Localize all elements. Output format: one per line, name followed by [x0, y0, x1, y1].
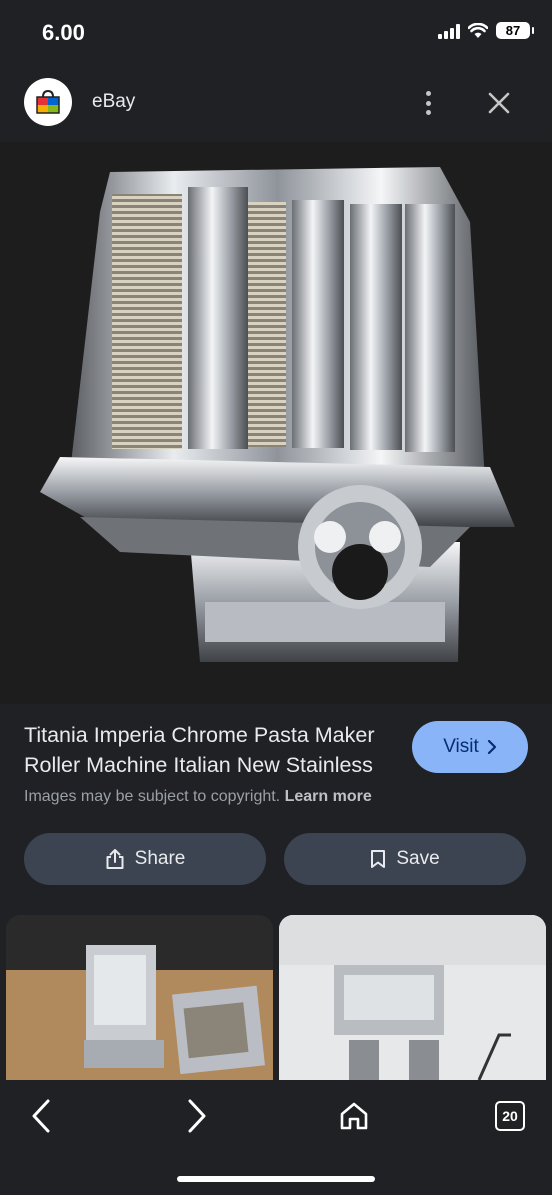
home-indicator — [177, 1176, 375, 1182]
home-button[interactable] — [332, 1094, 376, 1138]
site-name[interactable]: eBay — [92, 91, 135, 113]
product-image[interactable] — [0, 142, 552, 704]
battery-icon: 87 — [496, 22, 534, 39]
close-icon[interactable] — [484, 88, 514, 118]
image-viewer-page: 6.00 87 eBay Titania Imperia Chrome Past… — [0, 0, 552, 1195]
pasta-maker-image — [0, 142, 552, 704]
related-image-1[interactable] — [6, 915, 273, 1080]
copyright-text: Images may be subject to copyright. — [24, 788, 281, 805]
learn-more-link[interactable]: Learn more — [285, 788, 372, 805]
chevron-right-icon — [487, 740, 496, 754]
status-icons: 87 — [438, 22, 534, 39]
bookmark-icon — [371, 850, 386, 868]
related-image-2[interactable] — [279, 915, 546, 1080]
share-icon — [106, 849, 124, 869]
status-time: 6.00 — [42, 20, 85, 45]
copyright-notice: Images may be subject to copyright. Lear… — [24, 788, 372, 806]
bottom-navigation: 20 — [0, 1080, 552, 1195]
home-icon — [340, 1102, 368, 1130]
status-bar: 6.00 87 — [0, 0, 552, 70]
chevron-left-icon — [32, 1099, 50, 1133]
more-options-icon[interactable] — [418, 88, 438, 118]
save-button[interactable]: Save — [284, 833, 526, 885]
visit-label: Visit — [443, 736, 479, 757]
wifi-icon — [468, 22, 488, 38]
tabs-button[interactable]: 20 — [488, 1094, 532, 1138]
product-title[interactable]: Titania Imperia Chrome Pasta Maker Rolle… — [24, 720, 394, 780]
forward-button[interactable] — [175, 1094, 219, 1138]
share-label: Share — [134, 848, 186, 869]
visit-button[interactable]: Visit — [412, 721, 528, 773]
site-header: eBay — [0, 70, 552, 138]
chevron-right-icon — [188, 1099, 206, 1133]
ebay-logo-icon — [24, 78, 72, 126]
signal-icon — [438, 23, 460, 39]
back-button[interactable] — [19, 1094, 63, 1138]
save-label: Save — [396, 848, 440, 869]
tabs-count: 20 — [495, 1101, 525, 1131]
share-button[interactable]: Share — [24, 833, 266, 885]
